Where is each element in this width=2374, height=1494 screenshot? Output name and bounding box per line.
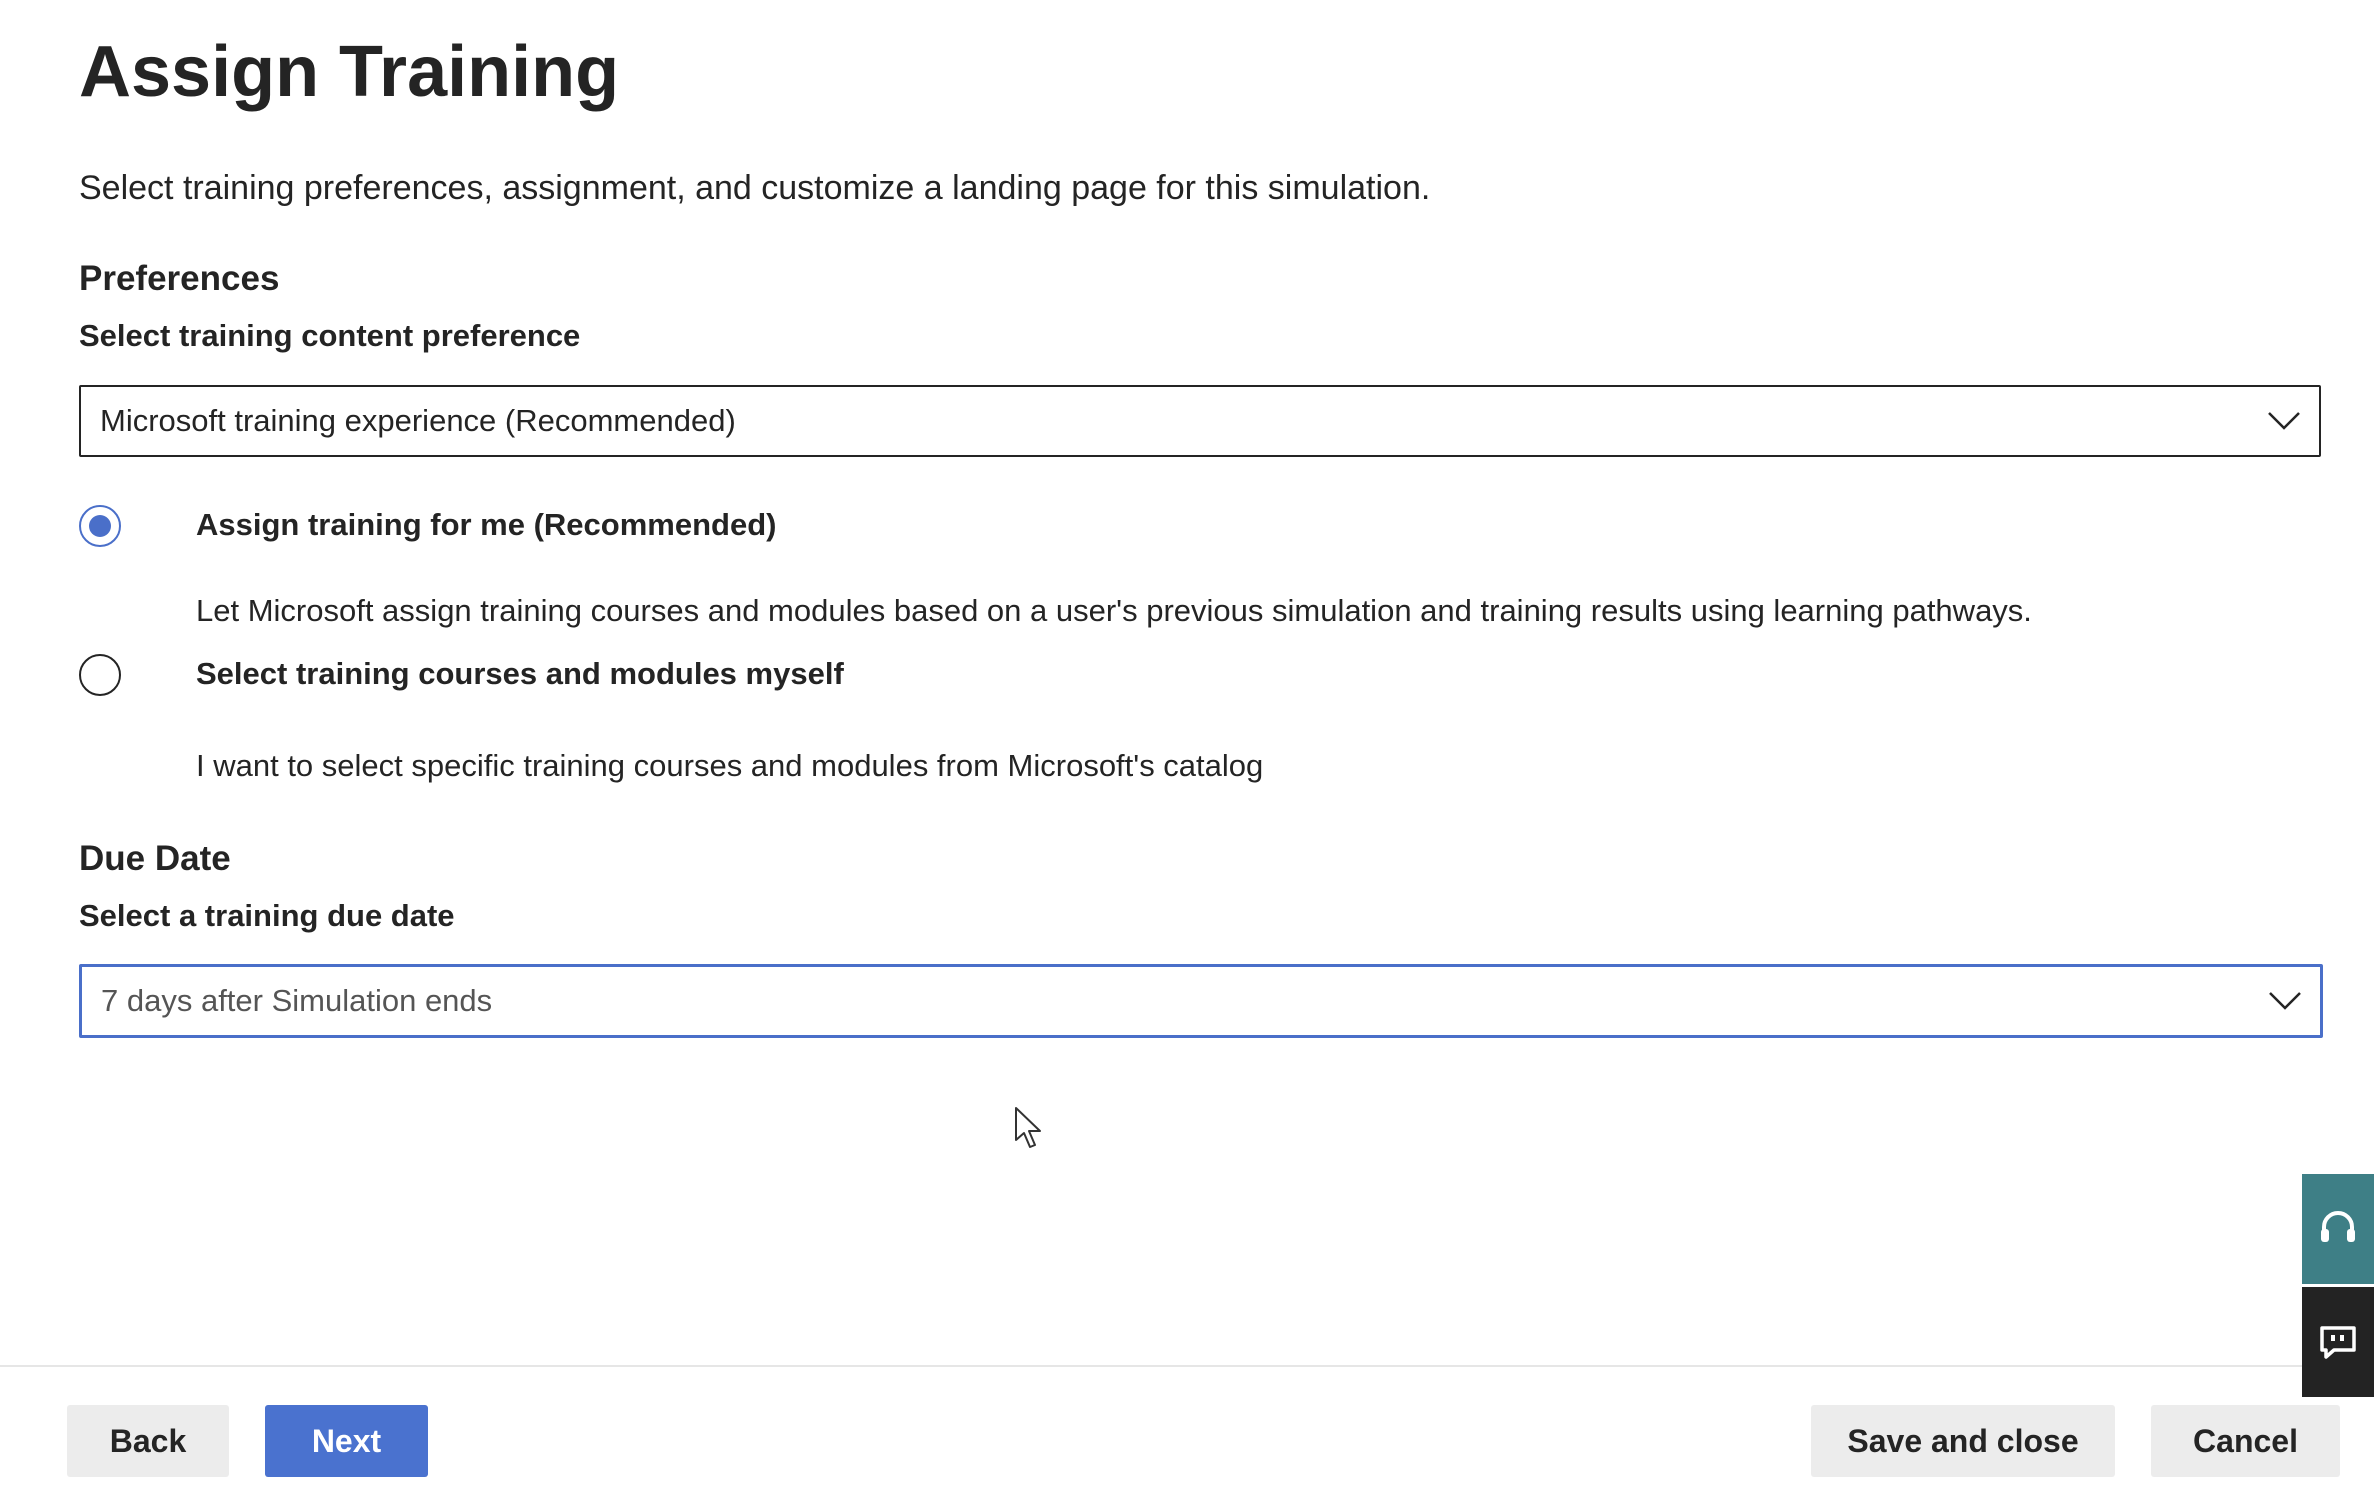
due-date-dropdown[interactable]: 7 days after Simulation ends <box>79 964 2323 1038</box>
content-preference-value: Microsoft training experience (Recommend… <box>100 403 736 438</box>
radio-dot <box>89 515 111 537</box>
feedback-side-tab[interactable] <box>2302 1287 2374 1397</box>
radio-select-myself[interactable]: Select training courses and modules myse… <box>79 654 1279 696</box>
radio-select-myself-label: Select training courses and modules myse… <box>196 656 844 691</box>
cancel-button[interactable]: Cancel <box>2151 1405 2340 1477</box>
page-subtitle: Select training preferences, assignment,… <box>79 169 1431 207</box>
mouse-cursor-icon <box>1015 1107 1041 1148</box>
assign-training-page: Assign Training Select training preferen… <box>0 0 2374 1494</box>
next-button[interactable]: Next <box>265 1405 428 1477</box>
radio-assign-for-me[interactable]: Assign training for me (Recommended) <box>79 505 1279 547</box>
content-preference-dropdown[interactable]: Microsoft training experience (Recommend… <box>79 385 2321 457</box>
headset-icon <box>2321 1211 2355 1242</box>
back-button[interactable]: Back <box>67 1405 229 1477</box>
chevron-down-icon <box>2268 412 2300 430</box>
due-date-label: Select a training due date <box>79 898 455 933</box>
page-title: Assign Training <box>79 32 620 112</box>
content-preference-label: Select training content preference <box>79 318 581 353</box>
save-and-close-button[interactable]: Save and close <box>1811 1405 2115 1477</box>
radio-button-checked[interactable] <box>79 505 121 547</box>
radio-select-myself-description: I want to select specific training cours… <box>196 748 1264 783</box>
radio-assign-for-me-label: Assign training for me (Recommended) <box>196 507 777 542</box>
due-date-value: 7 days after Simulation ends <box>101 983 493 1018</box>
feedback-icon <box>2320 1326 2356 1359</box>
radio-button-unchecked[interactable] <box>79 654 121 696</box>
chevron-down-icon <box>2269 992 2301 1010</box>
due-date-heading: Due Date <box>79 839 231 878</box>
footer-divider <box>0 1365 2302 1367</box>
preferences-heading: Preferences <box>79 259 280 298</box>
radio-assign-for-me-description: Let Microsoft assign training courses an… <box>196 593 2032 628</box>
help-side-tab[interactable] <box>2302 1174 2374 1284</box>
